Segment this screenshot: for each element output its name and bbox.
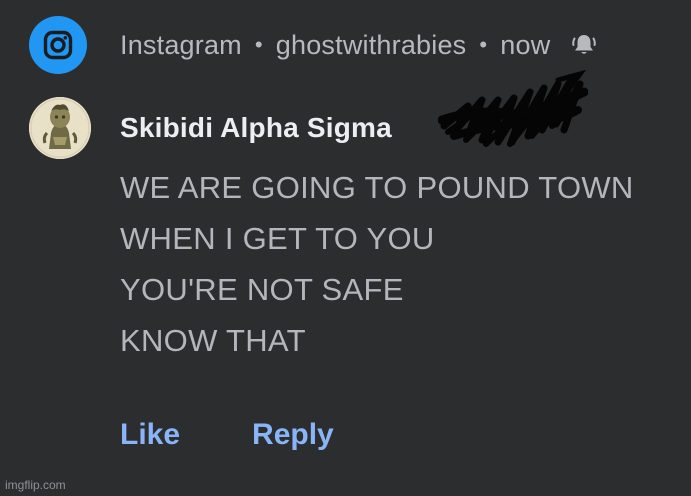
- message-text: WE ARE GOING TO POUND TOWN WHEN I GET TO…: [120, 162, 634, 366]
- bell-ringing-icon: [570, 32, 598, 58]
- message-line: WHEN I GET TO YOU: [120, 221, 435, 256]
- redaction-scribble: [438, 70, 588, 147]
- instagram-icon: [29, 16, 87, 74]
- account-name: ghostwithrabies: [275, 29, 467, 60]
- sender-name: Skibidi Alpha Sigma: [120, 112, 392, 143]
- sender-row: Skibidi Alpha Sigma: [29, 97, 392, 159]
- message-line: YOU'RE NOT SAFE: [120, 272, 404, 307]
- header-separator: •: [479, 32, 488, 57]
- reply-button[interactable]: Reply: [252, 418, 334, 452]
- notification-time: now: [500, 29, 551, 60]
- app-name: Instagram: [120, 29, 242, 60]
- notification-header: Instagram • ghostwithrabies • now: [29, 16, 598, 74]
- message-line: WE ARE GOING TO POUND TOWN: [120, 170, 634, 205]
- header-separator: •: [254, 32, 263, 57]
- watermark: imgflip.com: [5, 478, 66, 492]
- avatar: [29, 97, 91, 159]
- notification-card[interactable]: Instagram • ghostwithrabies • now Skibid…: [0, 0, 691, 496]
- message-line: KNOW THAT: [120, 323, 306, 358]
- like-button[interactable]: Like: [120, 418, 180, 452]
- notification-actions: Like Reply: [120, 418, 334, 452]
- header-text: Instagram • ghostwithrabies • now: [120, 30, 598, 61]
